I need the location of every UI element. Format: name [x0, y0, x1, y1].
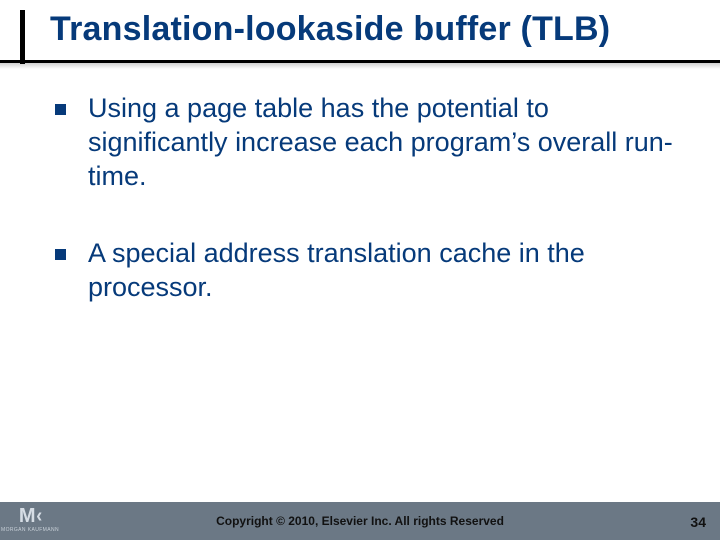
bullet-text: Using a page table has the potential to …: [88, 92, 685, 193]
slide: Translation-lookaside buffer (TLB) Using…: [0, 0, 720, 540]
footer-bar: M ‹ MORGAN KAUFMANN Copyright © 2010, El…: [0, 502, 720, 540]
slide-body: Using a page table has the potential to …: [55, 92, 685, 349]
bullet-icon: [55, 104, 66, 115]
list-item: A special address translation cache in t…: [55, 237, 685, 305]
slide-title: Translation-lookaside buffer (TLB): [50, 10, 710, 49]
title-left-bar: [20, 10, 25, 64]
bullet-text: A special address translation cache in t…: [88, 237, 685, 305]
copyright-text: Copyright © 2010, Elsevier Inc. All righ…: [0, 514, 720, 528]
title-rule: [0, 60, 720, 63]
list-item: Using a page table has the potential to …: [55, 92, 685, 193]
bullet-icon: [55, 249, 66, 260]
title-rule-shadow: [0, 63, 720, 69]
page-number: 34: [690, 514, 706, 530]
title-wrap: Translation-lookaside buffer (TLB): [50, 10, 710, 49]
